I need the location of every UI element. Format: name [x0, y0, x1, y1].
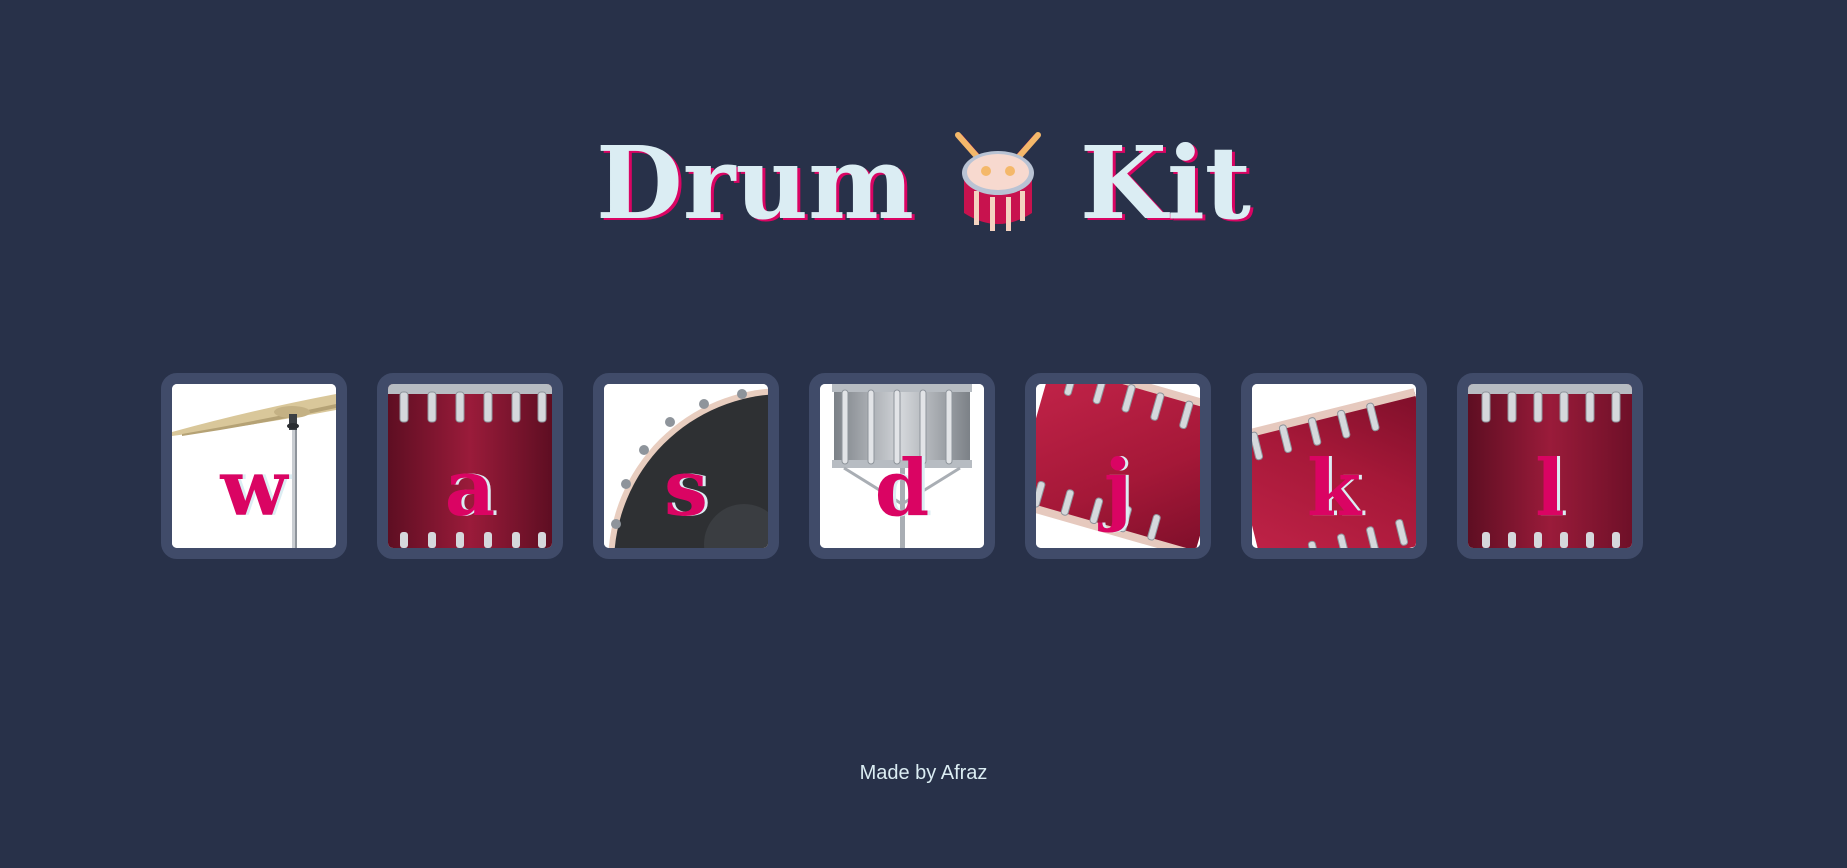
drum-button-w[interactable]: w [161, 373, 347, 559]
drum-key-label: j [1103, 443, 1133, 534]
title-word-drum: Drum [595, 124, 914, 243]
page-title: Drum Kit [0, 119, 1847, 238]
drum-emoji-icon [950, 131, 1046, 235]
drum-key-label: l [1535, 443, 1565, 534]
drum-button-s[interactable]: s [593, 373, 779, 559]
drum-button-d[interactable]: d [809, 373, 995, 559]
drum-button-l[interactable]: l [1457, 373, 1643, 559]
drum-key-label: w [220, 443, 288, 534]
drum-pad-row: w a s d j k l [161, 373, 1643, 559]
drum-button-a[interactable]: a [377, 373, 563, 559]
drum-key-label: k [1306, 443, 1362, 534]
drum-button-k[interactable]: k [1241, 373, 1427, 559]
title-word-kit: Kit [1079, 124, 1251, 243]
footer: Made by Afraz [0, 762, 1847, 785]
footer-credit: Made by Afraz [859, 762, 988, 784]
drum-button-j[interactable]: j [1025, 373, 1211, 559]
drum-key-label: d [874, 443, 930, 534]
drum-key-label: a [444, 443, 496, 534]
drum-key-label: s [664, 443, 708, 534]
